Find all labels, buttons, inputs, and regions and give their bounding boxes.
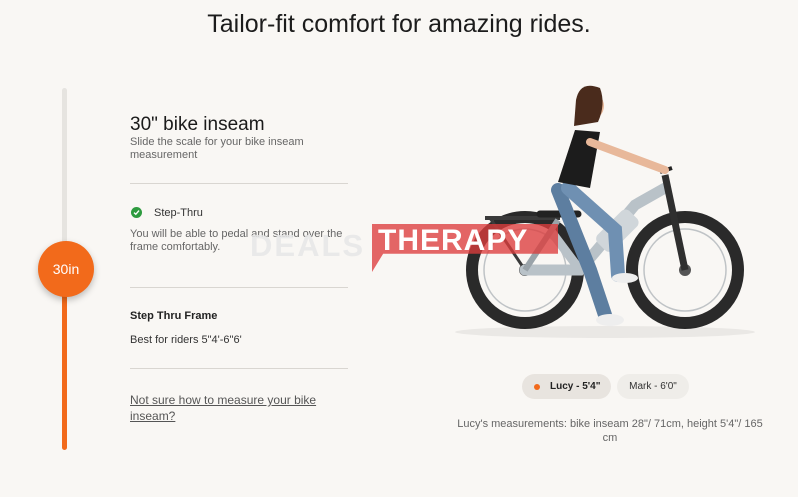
inseam-subtitle: Slide the scale for your bike inseam mea… (130, 136, 304, 161)
watermark-text: DEALS (250, 228, 366, 263)
measure-inseam-link[interactable]: Not sure how to measure your bike inseam… (130, 392, 330, 424)
rider-option-label: Lucy - 5'4" (550, 381, 601, 392)
check-circle-icon (131, 207, 142, 218)
divider (130, 287, 348, 288)
frame-type-label: Step-Thru (154, 207, 203, 219)
rider-option-label: Mark - 6'0" (629, 381, 677, 392)
watermark-logo-text: THERAPY (378, 224, 529, 257)
orange-dot-icon (534, 383, 540, 390)
rider-range: Best for riders 5"4'-6"6' (130, 334, 242, 346)
page-headline: Tailor-fit comfort for amazing rides. (207, 10, 591, 38)
bike-rider-image (455, 85, 755, 338)
rider-option-mark[interactable]: Mark - 6'0" (617, 374, 689, 399)
slider-thumb-label: 30in (52, 261, 80, 277)
inseam-title: 30" bike inseam (130, 114, 265, 135)
divider (130, 183, 348, 184)
rider-option-lucy[interactable]: Lucy - 5'4" (522, 374, 611, 399)
rider-measurements: Lucy's measurements: bike inseam 28"/ 71… (457, 418, 763, 444)
divider (130, 368, 348, 369)
frame-name: Step Thru Frame (130, 310, 218, 322)
slider-thumb[interactable]: 30in (38, 241, 94, 297)
